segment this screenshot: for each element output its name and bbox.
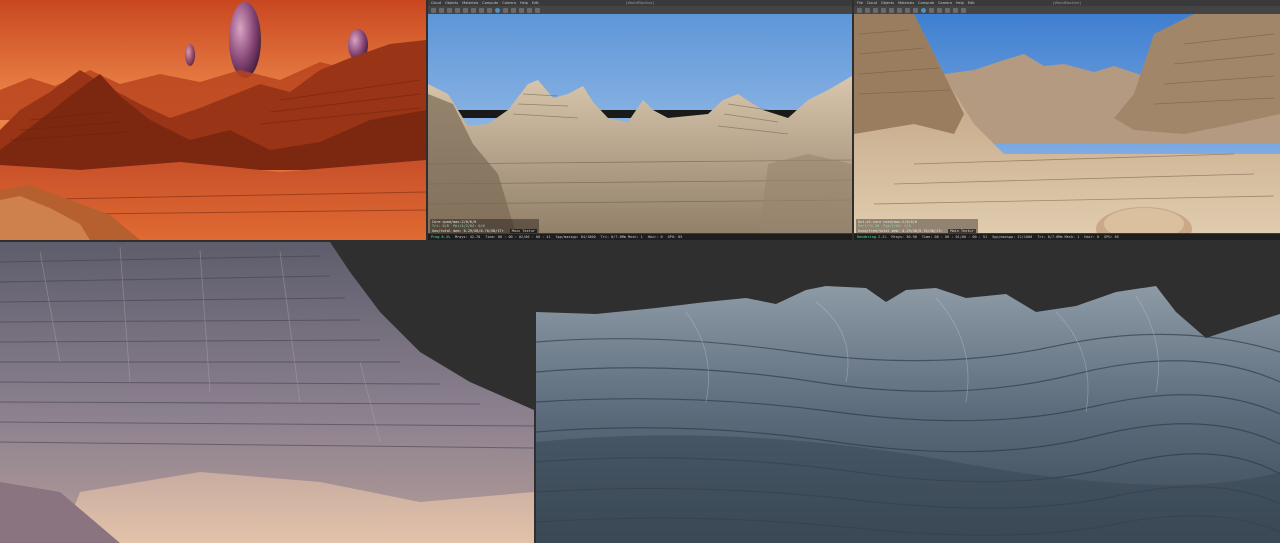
toolbar-button[interactable] <box>945 7 950 13</box>
toolbar-button[interactable] <box>865 7 870 13</box>
stratified-terrain-render <box>536 242 1280 543</box>
render-app-window-2: File Cloud Objects Materials Compute Cam… <box>854 0 1280 240</box>
toolbar <box>854 6 1280 14</box>
time-value: Time: 00 : 00 : 01/00 : 00 : 51 <box>921 235 988 239</box>
mrays-value: Mrays: 42.70 <box>454 235 481 239</box>
canyon-terrain-render <box>0 242 534 543</box>
time-value: Time: 00 : 00 : 02/00 : 00 : 41 <box>485 235 551 239</box>
toolbar-button[interactable] <box>511 7 516 13</box>
toolbar-button[interactable] <box>479 7 484 13</box>
spp-value: Spp/maxspp: 22/1000 <box>992 235 1033 239</box>
status-bar: Rendering 2.2% Mrays: 30.90 Time: 00 : 0… <box>854 233 1280 240</box>
toolbar-button[interactable] <box>953 7 958 13</box>
floating-object <box>185 44 195 66</box>
toolbar-button[interactable] <box>503 7 508 13</box>
toolbar-button[interactable] <box>527 7 532 13</box>
mrays-value: Mrays: 30.90 <box>891 235 917 239</box>
spp-value: Spp/maxspp: 84/1000 <box>555 235 596 239</box>
toolbar-button[interactable] <box>889 7 894 13</box>
toolbar-button[interactable] <box>873 7 878 13</box>
toolbar-button[interactable] <box>535 7 540 13</box>
render-globe-icon[interactable] <box>921 7 926 13</box>
status-bar: Prog 8.4% Mrays: 42.70 Time: 00 : 00 : 0… <box>428 233 852 240</box>
toolbar-button[interactable] <box>439 7 444 13</box>
floating-object <box>229 2 261 78</box>
stratified-terrain-image <box>536 242 1280 543</box>
toolbar-button[interactable] <box>881 7 886 13</box>
toolbar <box>428 6 852 14</box>
toolbar-button[interactable] <box>937 7 942 13</box>
render-viewport[interactable]: Out-of-core used/max:2/0/0/0 Gm/t/74.30 … <box>854 14 1280 240</box>
hair-value: Hair: 0 <box>647 235 663 239</box>
toolbar-button[interactable] <box>463 7 468 13</box>
toolbar-button[interactable] <box>487 7 492 13</box>
render-stats-overlay: Core quad/max:2/0/0/0 Tri: 0/0 Ppl/k/2/6… <box>430 218 539 234</box>
render-progress: Prog 8.4% <box>431 235 450 239</box>
toolbar-button[interactable] <box>929 7 934 13</box>
toolbar-button[interactable] <box>431 7 436 13</box>
render-app-window-1: Cloud Objects Materials Compute Camera H… <box>428 0 852 240</box>
image-collage: Cloud Objects Materials Compute Camera H… <box>0 0 1280 543</box>
canyon-terrain-image <box>0 242 534 543</box>
tri-value: Tri: 0/7.0Mm Mesh: 1 <box>1037 235 1080 239</box>
mars-landscape-image <box>0 0 426 240</box>
terrain-render-image <box>428 14 852 240</box>
gpu-value: GPU: 85 <box>1104 235 1119 239</box>
render-viewport[interactable]: Core quad/max:2/0/0/0 Tri: 0/0 Ppl/k/2/6… <box>428 14 852 240</box>
toolbar-button[interactable] <box>447 7 452 13</box>
toolbar-button[interactable] <box>519 7 524 13</box>
render-stats-overlay: Out-of-core used/max:2/0/0/0 Gm/t/74.30 … <box>856 218 978 234</box>
toolbar-button[interactable] <box>897 7 902 13</box>
toolbar-button[interactable] <box>455 7 460 13</box>
render-globe-icon[interactable] <box>495 7 500 13</box>
hair-value: Hair: 0 <box>1084 235 1100 239</box>
mars-landscape-render <box>0 0 426 240</box>
toolbar-button[interactable] <box>471 7 476 13</box>
terrain-render-image <box>854 14 1280 240</box>
toolbar-button[interactable] <box>857 7 862 13</box>
toolbar-button[interactable] <box>961 7 966 13</box>
toolbar-button[interactable] <box>905 7 910 13</box>
gpu-value: GPU: 85 <box>667 235 683 239</box>
tri-value: Tri: 0/7.0Mm Mesh: 1 <box>600 235 643 239</box>
render-progress: Rendering 2.2% <box>857 235 887 239</box>
toolbar-button[interactable] <box>913 7 918 13</box>
